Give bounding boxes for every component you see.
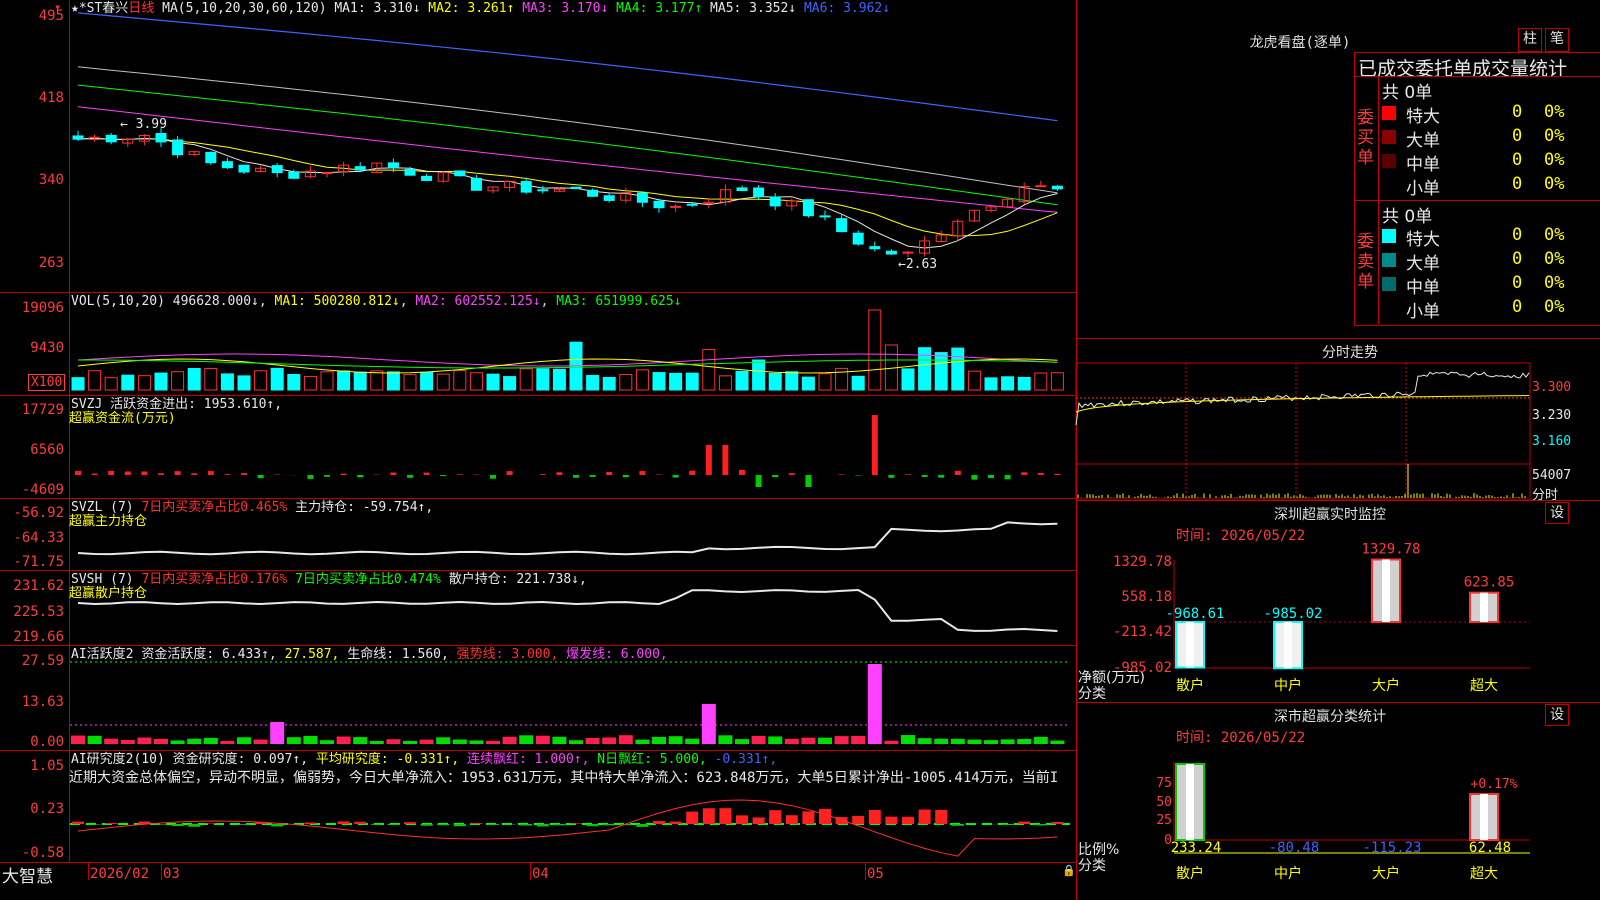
bar-3: [1469, 591, 1499, 624]
bar-category: 大户: [1372, 865, 1400, 882]
bar-highlight: [1382, 559, 1390, 622]
classify-value: 233.24: [1171, 840, 1222, 856]
right-charts-canvas[interactable]: 1329.78558.18-213.42-985.02-968.61散户-985…: [0, 0, 1600, 900]
bar-ytick: -213.42: [1113, 624, 1172, 640]
bar-ytick: -985.02: [1113, 660, 1172, 676]
bar-category: 中户: [1274, 677, 1302, 694]
bar-2: [1371, 558, 1401, 624]
bar-category: 超大: [1470, 678, 1498, 694]
bar-value: -985.02: [1263, 606, 1322, 622]
bar-category: 大户: [1372, 677, 1400, 694]
intraday-frame: [1075, 362, 1531, 500]
bar-highlight: [1480, 794, 1488, 840]
bar-highlight: [1480, 592, 1488, 622]
pct-label: +0.17%: [1471, 777, 1518, 792]
bar-ytick: 558.18: [1121, 589, 1172, 605]
bar-value: 1329.78: [1361, 542, 1420, 558]
bar-highlight: [1186, 622, 1194, 668]
bar-highlight: [1284, 622, 1292, 669]
bar-ytick: 25: [1156, 813, 1172, 828]
bar-value: -968.61: [1165, 606, 1224, 622]
bar-ytick: 75: [1156, 776, 1172, 791]
bar-0: [1175, 621, 1205, 669]
bar-category: 中户: [1274, 865, 1302, 882]
bar-category: 超大: [1470, 866, 1498, 882]
bar-category: 散户: [1176, 677, 1204, 694]
bar-category: 散户: [1176, 865, 1204, 882]
bar-highlight: [1186, 764, 1194, 840]
bar-ytick: 1329.78: [1113, 554, 1172, 570]
bar-1: [1273, 621, 1303, 670]
classify-value: -80.48: [1269, 840, 1320, 856]
classify-value: -115.23: [1362, 840, 1421, 856]
classify-value: 62.48: [1469, 840, 1511, 856]
bar-ytick: 50: [1156, 795, 1172, 810]
bar-value: 623.85: [1464, 575, 1515, 591]
